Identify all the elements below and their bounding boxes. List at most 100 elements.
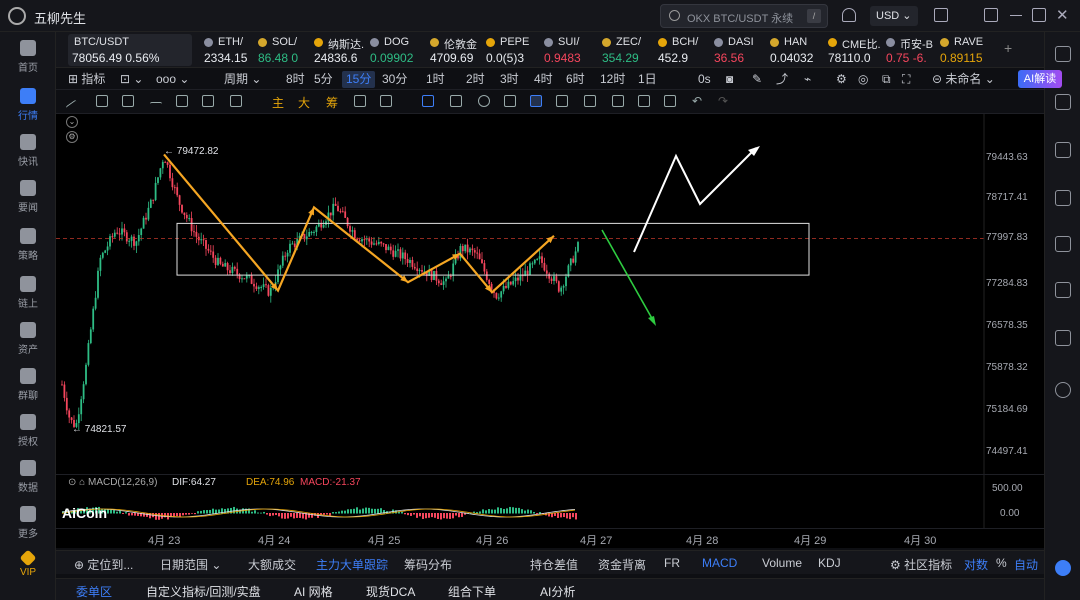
undo-icon[interactable]: ↶ [692, 94, 702, 108]
visibility-icon[interactable] [584, 95, 596, 107]
magic-icon[interactable] [612, 95, 624, 107]
ticker-3[interactable]: 纳斯达...24836.6 [312, 34, 364, 66]
interval-6[interactable]: 3时 [496, 71, 523, 88]
camera-icon[interactable]: ◙ [722, 71, 737, 88]
interval-1[interactable]: 5分 [310, 71, 337, 88]
lock-icon[interactable]: ⊡ ⌄ [116, 71, 147, 88]
lock-drawings-icon[interactable] [556, 95, 568, 107]
currency-select[interactable]: USD ⌄ [870, 6, 918, 26]
interval-3[interactable]: 30分 [378, 71, 411, 88]
ticker-14[interactable]: RAVE 0.89115 [938, 34, 988, 66]
bottom-tab-1[interactable]: 自定义指标/回测/实盘 [146, 583, 261, 600]
nav-item-auth[interactable]: 授权 [0, 414, 56, 458]
ticker-9[interactable]: BCH/452.9 [656, 34, 708, 66]
brush-icon[interactable] [504, 95, 516, 107]
ticker-12[interactable]: CME比...78110.0 [826, 34, 880, 66]
pencil-icon[interactable]: ✎ [748, 71, 766, 88]
hline-icon[interactable] [150, 102, 162, 114]
candlestick-svg[interactable] [56, 114, 1044, 474]
indicator-tab-3[interactable]: 持仓差值 [530, 556, 578, 573]
search-input[interactable]: OKX BTC/USDT 永续 / [660, 4, 828, 28]
nav-item-headline[interactable]: 要闻 [0, 180, 56, 224]
zoom-icon[interactable] [478, 95, 490, 107]
ruler-icon[interactable] [230, 95, 242, 107]
nav-item-data[interactable]: 数据 [0, 460, 56, 504]
robot-icon[interactable] [1055, 330, 1071, 346]
locate-button[interactable]: ⊕ 定位到... [74, 556, 133, 573]
restore-icon[interactable] [1032, 8, 1046, 22]
settings-icon[interactable]: ⚙ [832, 71, 851, 88]
indicator-tab-1[interactable]: 主力大单跟踪 [316, 556, 388, 573]
eye-icon[interactable]: ◎ [854, 71, 872, 88]
rectangle-icon[interactable] [176, 95, 188, 107]
close-icon[interactable]: ✕ [1056, 6, 1069, 24]
ticker-11[interactable]: HAN 0.04032 [768, 34, 822, 66]
nav-item-more[interactable]: 更多 [0, 506, 56, 550]
interval-10[interactable]: 1日 [634, 71, 661, 88]
interval-2[interactable]: 15分 [342, 71, 376, 88]
interval-9[interactable]: 12时 [596, 71, 629, 88]
list-icon[interactable] [1055, 142, 1071, 158]
hlines-icon[interactable] [96, 95, 108, 107]
settings-small-icon[interactable]: ⚙ [66, 131, 78, 143]
bottom-tab-3[interactable]: 现货DCA [366, 583, 415, 600]
interval-8[interactable]: 6时 [562, 71, 589, 88]
grid-icon[interactable] [1055, 46, 1071, 62]
indicator-tab-8[interactable]: KDJ [818, 556, 841, 570]
link-icon[interactable] [450, 95, 462, 107]
magnet-icon[interactable] [422, 95, 434, 107]
infinity-icon[interactable] [530, 95, 542, 107]
ticker-0[interactable]: BTC/USDT 78056.49 0.56% [68, 34, 192, 66]
zero-seconds[interactable]: 0s [694, 71, 715, 88]
nav-item-vip[interactable]: VIP [0, 549, 56, 596]
layers-icon[interactable] [1055, 190, 1071, 206]
nav-item-home[interactable]: 首页 [0, 40, 56, 84]
bell-icon[interactable] [842, 8, 856, 22]
ticker-1[interactable]: ETH/2334.15 [202, 34, 250, 66]
fullscreen-icon[interactable]: ⛶ [898, 71, 914, 88]
assistant-icon[interactable] [1055, 560, 1071, 576]
nav-item-wallet[interactable]: 资产 [0, 322, 56, 366]
price-chart[interactable]: ⌄ ⚙ ← 79472.82 ← 74821.57 79443.63 78717.… [56, 114, 1044, 474]
filter-icon[interactable] [638, 95, 650, 107]
ticker-6[interactable]: PEPE 0.0(5)3 [484, 34, 538, 66]
indicator-tab-6[interactable]: MACD [702, 556, 737, 570]
dtf-icon[interactable] [1055, 282, 1071, 298]
macd-pane[interactable]: ⊙ ⌂ MACD(12,26,9) DIF:64.27 DEA:74.96 MA… [56, 474, 1044, 529]
info-icon[interactable] [1055, 236, 1071, 252]
big-order-button[interactable]: 大 [298, 94, 310, 111]
indicator-tab-5[interactable]: FR [664, 556, 680, 570]
indicator-tab-7[interactable]: Volume [762, 556, 802, 570]
nav-item-onchain[interactable]: 链上 [0, 276, 56, 320]
line-tool-icon[interactable] [380, 95, 392, 107]
interval-4[interactable]: 1时 [422, 71, 449, 88]
auto-toggle[interactable]: 自动 [1014, 556, 1038, 573]
interval-7[interactable]: 4时 [530, 71, 557, 88]
copy-icon[interactable]: ⧉ [878, 71, 895, 88]
community-indicator-button[interactable]: ⚙ 社区指标 [890, 556, 952, 573]
chips-button[interactable]: 筹 [326, 94, 338, 111]
dots-icon[interactable]: ooo ⌄ [152, 71, 193, 88]
collapse-icon[interactable]: ⌄ [66, 116, 78, 128]
draw-toggle-icon[interactable]: ⌁ [800, 71, 815, 88]
indicator-tab-0[interactable]: 大额成交 [248, 556, 296, 573]
interval-5[interactable]: 2时 [462, 71, 489, 88]
channel-icon[interactable] [122, 95, 134, 107]
ticker-8[interactable]: ZEC/354.29 [600, 34, 652, 66]
strength-icon[interactable] [354, 95, 366, 107]
indicator-tab-2[interactable]: 筹码分布 [404, 556, 452, 573]
nav-item-market[interactable]: 行情 [0, 88, 56, 132]
bottom-tab-5[interactable]: AI分析 [540, 583, 575, 600]
period-button[interactable]: 周期 ⌄ [220, 71, 265, 88]
ai-interpret-button[interactable]: AI解读 [1018, 70, 1062, 88]
ticker-7[interactable]: SUI/0.9483 [542, 34, 596, 66]
nav-item-news-flash[interactable]: 快讯 [0, 134, 56, 178]
layout-select[interactable]: ⊝ 未命名 ⌄ [928, 71, 999, 88]
main-force-button[interactable]: 主 [272, 94, 284, 111]
bottom-tab-2[interactable]: AI 网格 [294, 583, 333, 600]
nav-item-strategy[interactable]: 策略 [0, 228, 56, 272]
exchange-icon[interactable] [1055, 382, 1071, 398]
document-icon[interactable] [1055, 94, 1071, 110]
minimize-icon[interactable] [1010, 15, 1022, 16]
mail-icon[interactable] [934, 8, 948, 22]
